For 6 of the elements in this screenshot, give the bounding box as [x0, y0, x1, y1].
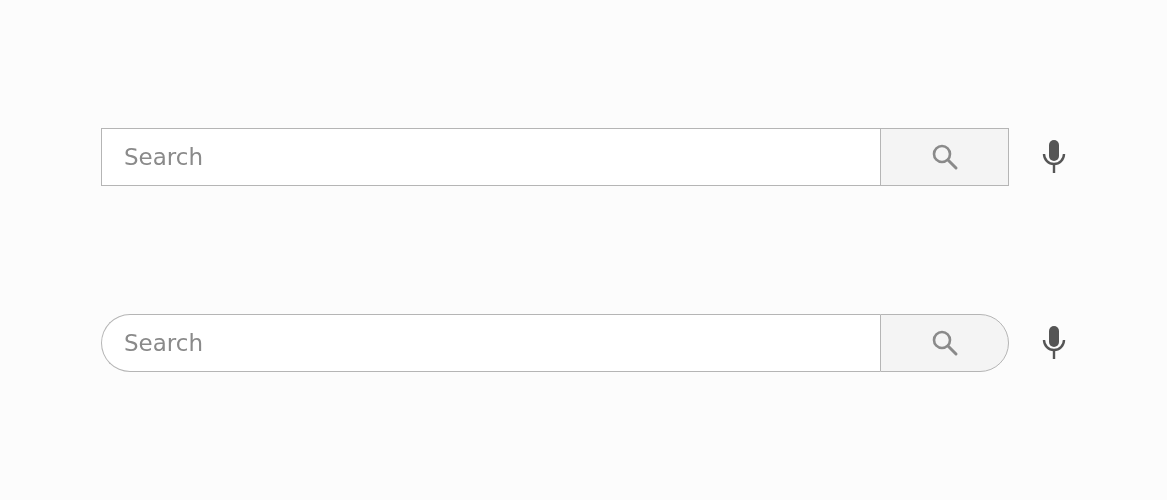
microphone-icon[interactable] [1041, 325, 1067, 361]
search-field[interactable]: Search [101, 314, 880, 372]
search-icon [930, 329, 959, 357]
search-icon [930, 143, 959, 171]
search-field[interactable]: Search [101, 128, 880, 186]
microphone-icon[interactable] [1041, 139, 1067, 175]
